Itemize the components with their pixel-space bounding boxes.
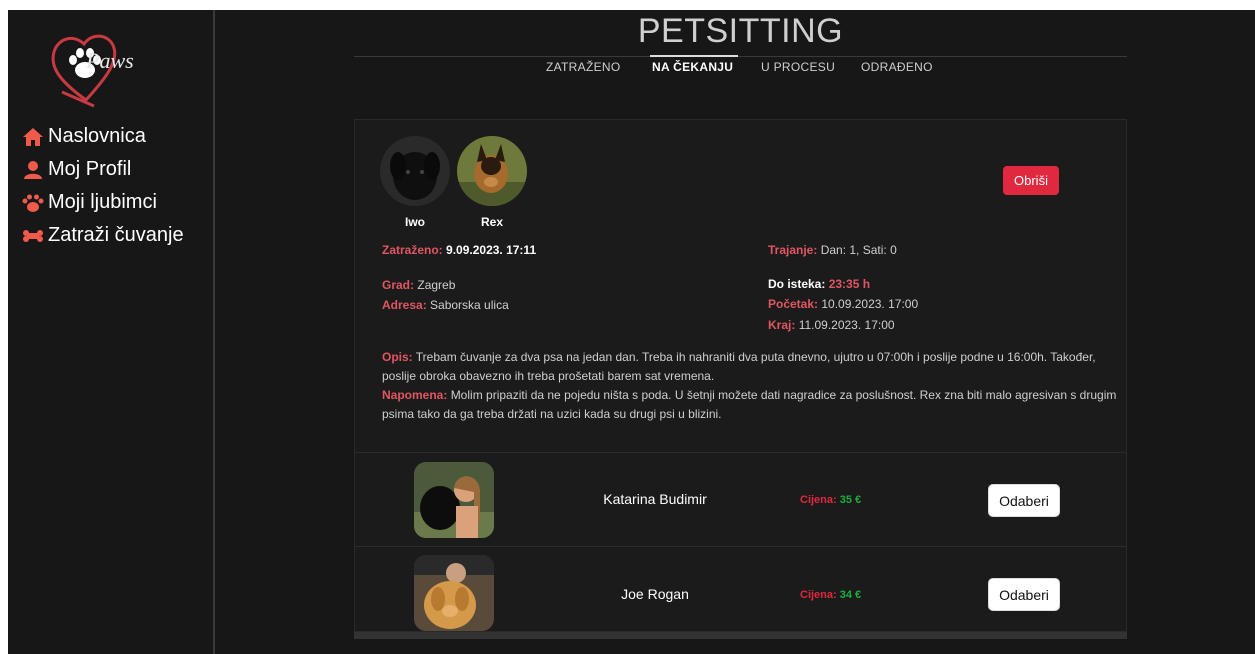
home-icon — [23, 127, 43, 146]
header-divider — [354, 56, 1127, 57]
start-field: Početak: 10.09.2023. 17:00 — [768, 297, 918, 311]
user-icon — [24, 160, 42, 179]
start-label: Početak: — [768, 297, 819, 311]
end-value: 11.09.2023. 17:00 — [798, 318, 895, 332]
requested-value: 9.09.2023. 17:11 — [446, 243, 537, 257]
sitter-photo — [414, 555, 494, 631]
start-value: 10.09.2023. 17:00 — [821, 297, 919, 311]
requested-field: Zatraženo: 9.09.2023. 17:11 — [382, 243, 536, 257]
price-value: 34 € — [839, 589, 862, 601]
expires-field: Do isteka: 23:35 h — [768, 277, 870, 291]
end-field: Kraj: 11.09.2023. 17:00 — [768, 318, 895, 332]
address-label: Adresa: — [382, 298, 427, 312]
duration-value: Dan: 1, Sati: 0 — [820, 243, 897, 257]
pet-iwo[interactable]: Iwo — [380, 136, 450, 229]
request-card: Iwo Rex Obriši Zatraženo: 9.09.2023. 17:… — [354, 119, 1127, 632]
sidebar-item-label: Moj Profil — [48, 158, 132, 180]
bone-icon — [23, 229, 43, 242]
status-tabs: ZATRAŽENO NA ČEKANJU U PROCESU ODRAĐENO — [8, 60, 1255, 90]
delete-button[interactable]: Obriši — [1003, 166, 1059, 195]
pet-name: Rex — [480, 215, 503, 229]
select-sitter-button[interactable]: Odaberi — [988, 484, 1060, 517]
tab-u-procesu[interactable]: U PROCESU — [761, 60, 835, 74]
city-label: Grad: — [382, 278, 415, 292]
pet-avatar — [457, 136, 527, 206]
duration-field: Trajanje: Dan: 1, Sati: 0 — [768, 243, 897, 257]
description-label: Opis: — [382, 350, 413, 364]
sidebar-divider — [213, 10, 215, 654]
sidebar-item-zatrazi-cuvanje[interactable]: Zatraži čuvanje — [22, 219, 184, 252]
active-tab-indicator — [650, 55, 738, 57]
description-value: Trebam čuvanje za dva psa na jedan dan. … — [382, 350, 1096, 383]
description-paragraph: Opis: Trebam čuvanje za dva psa na jedan… — [382, 348, 1122, 386]
sidebar-nav: Naslovnica Moj Profil Moji ljubimci Zatr… — [22, 120, 184, 252]
price-label: Cijena: — [800, 494, 837, 506]
select-sitter-button[interactable]: Odaberi — [988, 578, 1060, 611]
pet-name: Iwo — [405, 215, 425, 229]
tab-zatrazeno[interactable]: ZATRAŽENO — [546, 60, 620, 74]
requested-label: Zatraženo: — [382, 243, 443, 257]
sidebar-item-label: Naslovnica — [48, 125, 146, 147]
price-label: Cijena: — [800, 589, 837, 601]
note-value: Molim pripaziti da ne pojedu ništa s pod… — [382, 388, 1117, 421]
tab-na-cekanju[interactable]: NA ČEKANJU — [652, 60, 733, 74]
expires-label: Do isteka: — [768, 277, 826, 291]
sitter-name: Joe Rogan — [621, 586, 689, 602]
note-label: Napomena: — [382, 388, 448, 402]
end-label: Kraj: — [768, 318, 796, 332]
app-frame: Paws Naslovnica Moj Profil Moji ljubimci… — [8, 10, 1255, 654]
note-paragraph: Napomena: Molim pripaziti da ne pojedu n… — [382, 386, 1122, 424]
pet-rex[interactable]: Rex — [457, 136, 527, 229]
sitter-price: Cijena: 35 € — [800, 494, 861, 506]
pet-avatar — [380, 136, 450, 206]
sidebar-item-moji-ljubimci[interactable]: Moji ljubimci — [22, 186, 184, 219]
tab-odradeno[interactable]: ODRAĐENO — [861, 60, 933, 74]
sitter-price: Cijena: 34 € — [800, 589, 861, 601]
address-value: Saborska ulica — [430, 298, 509, 312]
sidebar-item-moj-profil[interactable]: Moj Profil — [22, 153, 184, 186]
paw-icon — [22, 194, 44, 212]
duration-label: Trajanje: — [768, 243, 818, 257]
sidebar-item-label: Moji ljubimci — [48, 191, 157, 213]
expires-value: 23:35 h — [828, 277, 871, 291]
address-field: Adresa: Saborska ulica — [382, 298, 509, 312]
sidebar: Paws Naslovnica Moj Profil Moji ljubimci… — [8, 10, 214, 654]
row-divider — [355, 452, 1126, 453]
sidebar-item-label: Zatraži čuvanje — [48, 224, 184, 246]
row-divider — [355, 546, 1126, 547]
sitter-name: Katarina Budimir — [603, 491, 707, 507]
city-field: Grad: Zagreb — [382, 278, 455, 292]
city-value: Zagreb — [417, 278, 456, 292]
page-title: PETSITTING — [637, 12, 844, 50]
sitter-photo — [414, 462, 494, 538]
sidebar-item-naslovnica[interactable]: Naslovnica — [22, 120, 184, 153]
request-description: Opis: Trebam čuvanje za dva psa na jedan… — [382, 348, 1122, 424]
card-footer-bar — [354, 632, 1127, 639]
price-value: 35 € — [839, 494, 862, 506]
